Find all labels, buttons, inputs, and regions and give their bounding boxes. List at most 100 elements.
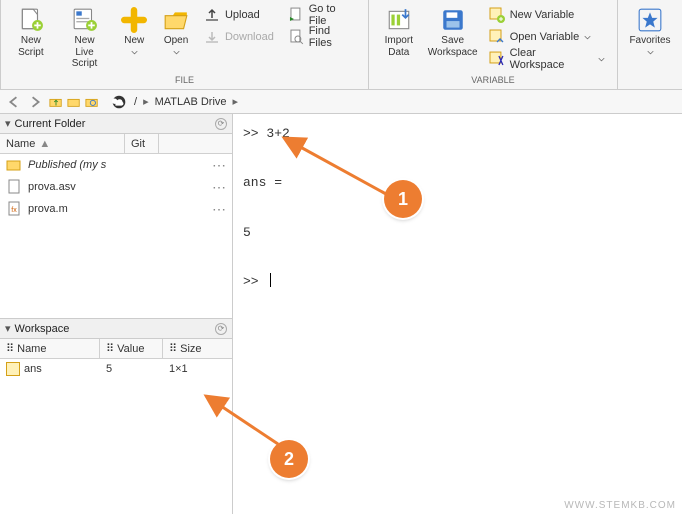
favorites-label: Favorites bbox=[629, 35, 670, 47]
mfile-icon: fx bbox=[6, 201, 22, 217]
save-workspace-button[interactable]: Save Workspace bbox=[425, 4, 481, 72]
folder-item[interactable]: Published (my s ⋯ bbox=[0, 154, 232, 176]
ws-col-name[interactable]: ⠿ Name bbox=[0, 339, 100, 358]
cloud-drive-icon bbox=[110, 94, 128, 110]
collapse-icon[interactable]: ▾ bbox=[5, 322, 11, 335]
findfiles-label: Find Files bbox=[309, 25, 356, 49]
folder-up-button[interactable] bbox=[47, 93, 65, 111]
arrow-right-icon bbox=[29, 96, 41, 108]
chevron-down-icon bbox=[584, 34, 591, 41]
chevron-right-icon: ▸ bbox=[233, 95, 239, 108]
open-variable-label: Open Variable bbox=[510, 31, 580, 43]
save-workspace-label: Save Workspace bbox=[428, 35, 478, 58]
file-item[interactable]: fx prova.m ⋯ bbox=[0, 198, 232, 220]
item-menu-icon[interactable]: ⋯ bbox=[212, 201, 226, 218]
workspace-row[interactable]: ans 5 1×1 bbox=[0, 359, 232, 379]
new-button[interactable]: New bbox=[114, 4, 154, 72]
open-button[interactable]: Open bbox=[156, 4, 196, 72]
ws-var-size: 1×1 bbox=[163, 360, 222, 378]
file-icon bbox=[6, 179, 22, 195]
collapse-icon[interactable]: ▾ bbox=[5, 117, 11, 130]
ribbon-group-variable: VARIABLE bbox=[375, 73, 611, 87]
current-folder-list[interactable]: Published (my s ⋯ prova.asv ⋯ fx bbox=[0, 154, 232, 318]
chevron-down-icon bbox=[647, 49, 654, 56]
ribbon-home: New Script New Live Script bbox=[0, 0, 682, 90]
upload-icon bbox=[204, 7, 220, 23]
favorites-button[interactable]: Favorites bbox=[624, 4, 676, 72]
folder-search-icon bbox=[85, 95, 99, 109]
new-live-script-icon bbox=[72, 7, 98, 33]
file-name: prova.m bbox=[28, 203, 68, 215]
svg-text:fx: fx bbox=[11, 207, 17, 214]
chevron-down-icon bbox=[173, 49, 180, 56]
folder-name: Published (my s bbox=[28, 159, 106, 171]
chevron-down-icon bbox=[598, 56, 605, 63]
variable-icon bbox=[6, 362, 20, 376]
cmd-line: 5 bbox=[243, 221, 672, 246]
file-item[interactable]: prova.asv ⋯ bbox=[0, 176, 232, 198]
annotation-badge-2: 2 bbox=[270, 440, 308, 478]
ws-col-value[interactable]: ⠿ Value bbox=[100, 339, 163, 358]
chevron-right-icon: ▸ bbox=[143, 95, 149, 108]
upload-button[interactable]: Upload bbox=[198, 4, 280, 26]
open-variable-button[interactable]: Open Variable bbox=[483, 26, 611, 48]
arrow-left-icon bbox=[8, 96, 20, 108]
ribbon-group-file: FILE bbox=[7, 73, 362, 87]
current-folder-title: Current Folder bbox=[15, 118, 211, 130]
workspace-panel: ▾ Workspace ⟳ ⠿ Name ⠿ Value ⠿ Size ans … bbox=[0, 318, 232, 514]
new-label: New bbox=[124, 35, 144, 47]
new-variable-button[interactable]: New Variable bbox=[483, 4, 611, 26]
gotofile-label: Go to File bbox=[309, 3, 356, 27]
gotofile-icon bbox=[288, 7, 304, 23]
import-data-icon bbox=[386, 7, 412, 33]
file-name: prova.asv bbox=[28, 181, 76, 193]
import-data-button[interactable]: Import Data bbox=[375, 4, 423, 72]
cmd-line: >> 3+2 bbox=[243, 122, 672, 147]
folder-icon bbox=[67, 95, 81, 109]
upload-label: Upload bbox=[225, 9, 260, 21]
ws-col-size[interactable]: ⠿ Size bbox=[163, 339, 222, 358]
findfiles-button[interactable]: Find Files bbox=[282, 26, 362, 48]
new-live-script-button[interactable]: New Live Script bbox=[57, 4, 113, 72]
chevron-down-icon bbox=[131, 49, 138, 56]
annotation-badge-1: 1 bbox=[384, 180, 422, 218]
item-menu-icon[interactable]: ⋯ bbox=[212, 179, 226, 196]
column-git-label[interactable]: Git bbox=[131, 138, 145, 150]
nav-back-button[interactable] bbox=[5, 93, 23, 111]
sort-asc-icon: ▲ bbox=[39, 138, 50, 150]
new-variable-label: New Variable bbox=[510, 9, 575, 21]
text-cursor bbox=[270, 273, 271, 287]
download-button: Download bbox=[198, 26, 280, 48]
download-icon bbox=[204, 29, 220, 45]
gotofile-button[interactable]: Go to File bbox=[282, 4, 362, 26]
address-bar: / ▸ MATLAB Drive ▸ bbox=[0, 90, 682, 114]
panel-gear-icon[interactable]: ⟳ bbox=[215, 118, 227, 130]
favorites-icon bbox=[637, 7, 663, 33]
nav-forward-button[interactable] bbox=[26, 93, 44, 111]
addr-drive[interactable]: MATLAB Drive bbox=[153, 94, 229, 110]
folder-up-icon bbox=[49, 95, 63, 109]
new-script-icon bbox=[18, 7, 44, 33]
ws-var-value: 5 bbox=[100, 360, 163, 378]
item-menu-icon[interactable]: ⋯ bbox=[212, 157, 226, 174]
new-script-label: New Script bbox=[18, 35, 44, 58]
download-label: Download bbox=[225, 31, 274, 43]
new-variable-icon bbox=[489, 7, 505, 23]
clear-workspace-button[interactable]: Clear Workspace bbox=[483, 48, 611, 70]
addr-root[interactable]: / bbox=[132, 94, 139, 110]
folder-browse-button[interactable] bbox=[65, 93, 83, 111]
new-icon bbox=[121, 7, 147, 33]
cmd-prompt: >> bbox=[243, 270, 672, 295]
cmd-line: ans = bbox=[243, 171, 672, 196]
import-data-label: Import Data bbox=[385, 35, 413, 58]
watermark: WWW.STEMKB.COM bbox=[564, 500, 676, 511]
folder-icon bbox=[6, 157, 22, 173]
panel-gear-icon[interactable]: ⟳ bbox=[215, 323, 227, 335]
open-label: Open bbox=[164, 35, 188, 47]
clear-workspace-label: Clear Workspace bbox=[510, 47, 594, 71]
open-variable-icon bbox=[489, 29, 505, 45]
column-name-label[interactable]: Name bbox=[6, 138, 35, 150]
new-script-button[interactable]: New Script bbox=[7, 4, 55, 72]
folder-search-button[interactable] bbox=[83, 93, 101, 111]
ws-var-name: ans bbox=[24, 363, 42, 375]
